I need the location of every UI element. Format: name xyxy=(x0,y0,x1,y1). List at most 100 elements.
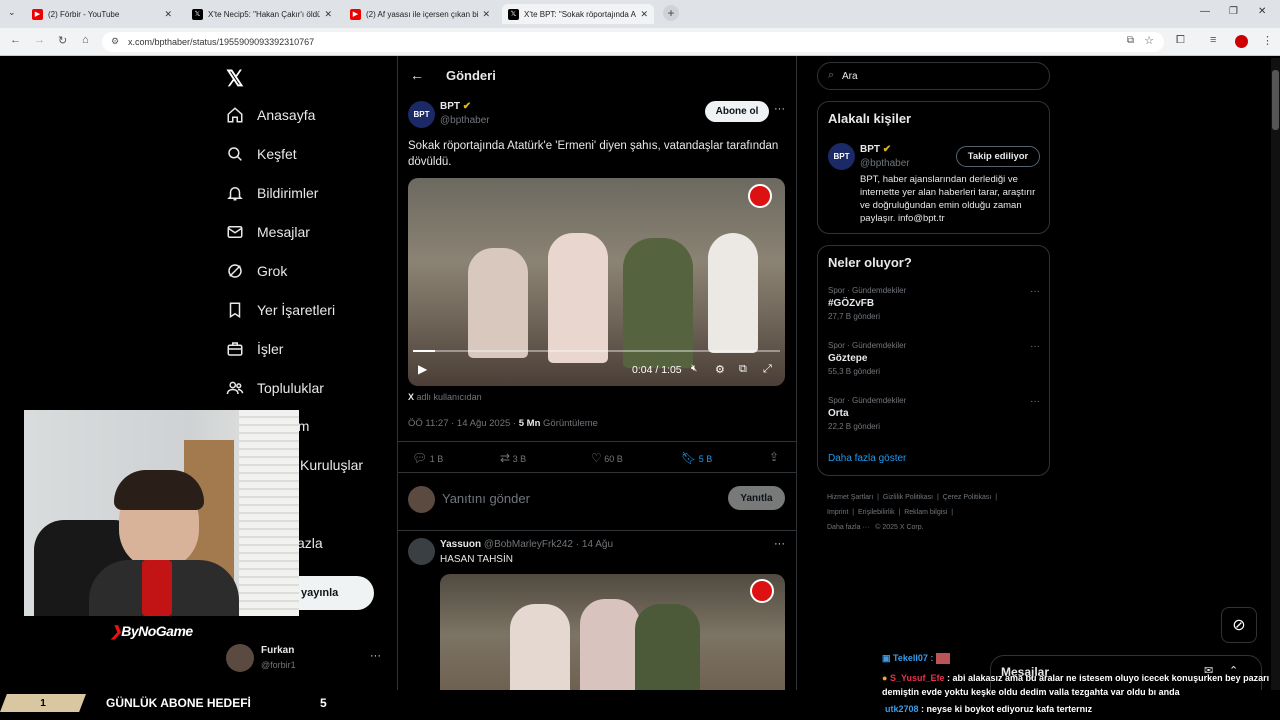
like-button[interactable]: ♡ 60 B xyxy=(591,451,623,465)
nav-notifications[interactable]: Bildirimler xyxy=(226,184,318,202)
back-icon[interactable]: ← xyxy=(10,34,21,46)
extensions-icon[interactable]: ⧠ xyxy=(1176,34,1185,47)
close-tab-icon[interactable]: ✕ xyxy=(324,9,332,20)
footer-link[interactable]: Imprint xyxy=(827,509,848,516)
profile-avatar[interactable] xyxy=(1235,35,1248,48)
footer-link[interactable]: Erişilebilirlik xyxy=(858,509,895,516)
nav-messages[interactable]: Mesajlar xyxy=(226,223,310,241)
reply-video[interactable] xyxy=(440,574,785,696)
author-avatar[interactable]: BPT xyxy=(408,101,435,128)
footer-link[interactable]: Çerez Politikası xyxy=(943,494,992,501)
browser-tab-4-active[interactable]: 𝕏 X'te BPT: "Sokak röportajında A ✕ xyxy=(502,4,654,24)
trend-more-icon[interactable]: ··· xyxy=(1030,396,1040,407)
search-icon xyxy=(228,147,242,161)
nav-home[interactable]: Anasayfa xyxy=(226,106,315,124)
footer-link[interactable]: Gizlilik Politikası xyxy=(883,494,933,501)
reload-icon[interactable]: ↻ xyxy=(58,34,67,47)
trend-item[interactable]: Spor · Gündemdekiler #GÖZvFB 27,7 B gönd… xyxy=(828,286,1040,321)
briefcase-icon xyxy=(227,342,243,356)
people-icon xyxy=(226,381,244,395)
avatar[interactable] xyxy=(408,538,435,565)
author-name[interactable]: BPT ✔ xyxy=(440,101,471,112)
more-icon[interactable]: ··· xyxy=(370,650,381,662)
new-tab-button[interactable]: + xyxy=(663,5,679,21)
install-icon[interactable]: ⧉ xyxy=(1127,35,1134,46)
chat-badge-icon: ● xyxy=(882,673,888,683)
nav-more[interactable]: azla xyxy=(297,535,323,551)
close-tab-icon[interactable]: ✕ xyxy=(482,9,490,20)
footer-link[interactable]: Reklam bilgisi xyxy=(904,509,947,516)
url-field[interactable]: ⚙ x.com/bpthaber/status/1955909093392310… xyxy=(102,32,1164,52)
back-arrow-icon[interactable]: ← xyxy=(410,67,424,83)
following-button[interactable]: Takip ediliyor xyxy=(956,146,1040,167)
footer-link[interactable]: Hizmet Şartları xyxy=(827,494,873,501)
menu-icon[interactable]: ⋮ xyxy=(1262,34,1273,47)
reply-author[interactable]: Yassuon @BobMarleyFrk242 · 14 Ağu xyxy=(440,539,613,550)
trend-item[interactable]: Spor · Gündemdekiler Orta 22,2 B gönderi… xyxy=(828,396,1040,431)
progress-track[interactable] xyxy=(413,350,780,352)
trend-more-icon[interactable]: ··· xyxy=(1030,286,1040,297)
divider xyxy=(398,441,796,442)
star-icon[interactable]: ☆ xyxy=(1144,34,1154,47)
scrollbar-thumb[interactable] xyxy=(1272,70,1279,130)
nav-jobs[interactable]: İşler xyxy=(226,340,283,358)
play-icon[interactable]: ▶ xyxy=(418,362,427,376)
nav-organizations[interactable]: Kuruluşlar xyxy=(300,457,363,473)
fullscreen-icon[interactable]: ⤢ xyxy=(763,363,772,376)
tab-menu-icon[interactable]: ⌄ xyxy=(8,7,16,18)
mute-icon[interactable]: 🔇︎ xyxy=(691,363,697,374)
settings-icon[interactable]: ⚙ xyxy=(715,363,725,376)
related-avatar[interactable]: BPT xyxy=(828,143,855,170)
site-info-icon[interactable]: ⚙ xyxy=(111,36,119,47)
nav-bookmarks[interactable]: Yer İşaretleri xyxy=(226,301,335,319)
microphone xyxy=(142,560,172,616)
related-name[interactable]: BPT ✔ xyxy=(860,144,891,155)
maximize-button[interactable]: ❐ xyxy=(1229,6,1238,17)
account-handle: @forbir1 xyxy=(261,660,296,670)
bookmark-button[interactable]: 🔖︎ 5 B xyxy=(681,451,712,465)
close-tab-icon[interactable]: ✕ xyxy=(164,9,172,20)
close-window-button[interactable]: ✕ xyxy=(1258,6,1266,17)
grok-fab-icon[interactable]: ⊘ xyxy=(1221,607,1257,643)
scrollbar[interactable] xyxy=(1271,58,1280,690)
media-icon[interactable]: ≡ xyxy=(1210,34,1216,46)
minimize-button[interactable]: — xyxy=(1200,6,1210,17)
browser-tab-2[interactable]: 𝕏 X'te Necip5: "Hakan Çakır'ı öldü ✕ xyxy=(186,4,338,24)
nav-grok[interactable]: Grok xyxy=(226,262,287,280)
post-timestamp: ÖÖ 11:27 · 14 Ağu 2025 · 5 Mn Görüntülem… xyxy=(408,418,598,429)
video-player[interactable]: ▶ 0:04 / 1:05 🔇︎ ⚙ ⧉ ⤢ xyxy=(408,178,785,386)
account-switcher[interactable]: Furkan @forbir1 ··· xyxy=(226,644,386,674)
copyright: © 2025 X Corp. xyxy=(875,524,924,531)
nav-explore[interactable]: Keşfet xyxy=(226,145,297,163)
search-input[interactable]: Ara xyxy=(842,71,858,82)
reply-more-icon[interactable]: ··· xyxy=(774,538,785,550)
related-bio: BPT, haber ajanslarından derlediği ve in… xyxy=(860,174,1036,224)
forward-icon[interactable]: → xyxy=(34,34,45,46)
nav-communities[interactable]: Topluluklar xyxy=(226,379,324,397)
page-title: Gönderi xyxy=(446,68,496,83)
show-more-link[interactable]: Daha fazla göster xyxy=(828,453,906,464)
reply-count-button[interactable]: 💬︎ 1 B xyxy=(412,451,443,465)
browser-tab-1[interactable]: ▶ (2) Förbir - YouTube ✕ xyxy=(26,4,178,24)
follow-button[interactable]: Abone ol xyxy=(705,101,769,122)
reply-button[interactable]: Yanıtla xyxy=(728,486,785,510)
account-name: Furkan xyxy=(261,645,295,656)
x-logo-icon[interactable]: 𝕏 xyxy=(226,66,244,92)
reply-input[interactable]: Yanıtını gönder xyxy=(442,491,530,506)
home-icon[interactable]: ⌂ xyxy=(82,34,89,46)
video-source: X adlı kullanıcıdan xyxy=(408,392,482,402)
footer-more-link[interactable]: Daha fazla ··· xyxy=(827,524,869,531)
avatar xyxy=(408,486,435,513)
post-more-icon[interactable]: ··· xyxy=(774,103,785,115)
browser-tab-3[interactable]: ▶ (2) Af yasası ile içersen çıkan bi ✕ xyxy=(344,4,496,24)
heart-icon: ♡ xyxy=(591,451,602,465)
trend-more-icon[interactable]: ··· xyxy=(1030,341,1040,352)
share-icon[interactable]: ⇪ xyxy=(769,450,779,464)
card-title: Alakalı kişiler xyxy=(828,111,912,126)
trend-item[interactable]: Spor · Gündemdekiler Göztepe 55,3 B gönd… xyxy=(828,341,1040,376)
repost-button[interactable]: ⇄ 3 B xyxy=(500,451,526,465)
close-tab-icon[interactable]: ✕ xyxy=(640,9,648,20)
pip-icon[interactable]: ⧉ xyxy=(739,363,747,376)
search-box[interactable]: ⌕ Ara xyxy=(817,62,1050,90)
x-icon: 𝕏 xyxy=(192,8,203,20)
